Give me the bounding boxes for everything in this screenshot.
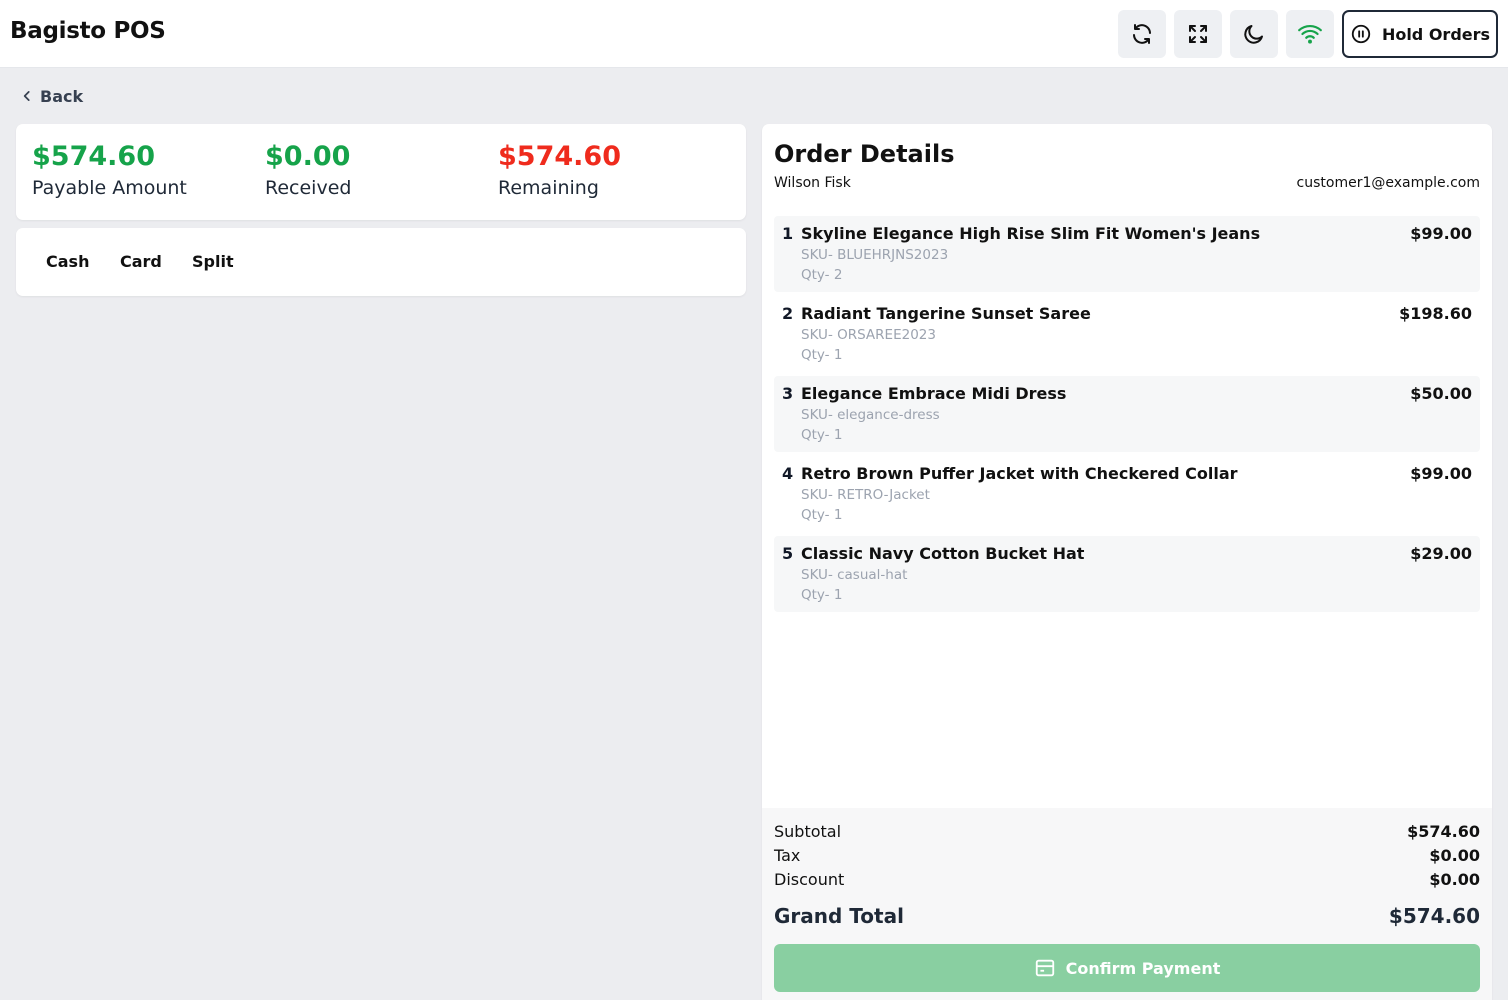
- wifi-icon: [1298, 24, 1322, 44]
- order-item: 5 Classic Navy Cotton Bucket Hat SKU- ca…: [774, 536, 1480, 612]
- item-name: Classic Navy Cotton Bucket Hat: [801, 544, 1085, 563]
- item-sku: SKU- elegance-dress: [801, 407, 940, 423]
- tax-label: Tax: [774, 846, 801, 865]
- confirm-payment-label: Confirm Payment: [1065, 958, 1221, 978]
- item-sku: SKU- ORSAREE2023: [801, 327, 936, 343]
- back-label: Back: [40, 86, 84, 106]
- network-status-button[interactable]: [1286, 10, 1334, 58]
- back-link[interactable]: Back: [20, 84, 83, 108]
- tax-value: $0.00: [1429, 846, 1480, 865]
- customer-email: customer1@example.com: [1296, 175, 1480, 191]
- item-price: $99.00: [1410, 224, 1472, 243]
- grand-total-row: Grand Total $574.60: [774, 904, 1480, 928]
- order-item: 3 Elegance Embrace Midi Dress SKU- elega…: [774, 376, 1480, 452]
- item-name: Retro Brown Puffer Jacket with Checkered…: [801, 464, 1238, 483]
- dark-mode-button[interactable]: [1230, 10, 1278, 58]
- fullscreen-icon: [1189, 25, 1207, 43]
- refresh-icon: [1133, 24, 1151, 44]
- tax-row: Tax $0.00: [774, 846, 1480, 865]
- item-number: 5: [782, 544, 794, 563]
- item-price: $198.60: [1399, 304, 1472, 323]
- moon-icon: [1244, 25, 1263, 44]
- confirm-payment-button[interactable]: Confirm Payment: [774, 944, 1480, 992]
- chevron-left-icon: [23, 91, 30, 101]
- refresh-button[interactable]: [1118, 10, 1166, 58]
- method-card-tab[interactable]: Card: [120, 250, 162, 274]
- item-qty: Qty- 1: [801, 587, 843, 603]
- order-title: Order Details: [774, 140, 955, 168]
- hold-orders-button[interactable]: Hold Orders: [1342, 10, 1498, 58]
- hold-orders-label: Hold Orders: [1381, 24, 1491, 44]
- item-price: $99.00: [1410, 464, 1472, 483]
- item-price: $29.00: [1410, 544, 1472, 563]
- subtotal-label: Subtotal: [774, 822, 842, 841]
- order-item: 4 Retro Brown Puffer Jacket with Checker…: [774, 456, 1480, 532]
- received-label: Received: [265, 177, 352, 199]
- item-number: 2: [782, 304, 794, 323]
- remaining-label: Remaining: [498, 177, 599, 199]
- item-name: Elegance Embrace Midi Dress: [801, 384, 1067, 403]
- remaining-amount: $574.60: [498, 141, 621, 172]
- payable-amount: $574.60: [32, 141, 155, 172]
- discount-value: $0.00: [1429, 870, 1480, 889]
- item-qty: Qty- 1: [801, 347, 843, 363]
- payment-summary-card: $574.60 Payable Amount $0.00 Received $5…: [16, 124, 746, 220]
- discount-row: Discount $0.00: [774, 870, 1480, 889]
- subtotal-value: $574.60: [1407, 822, 1480, 841]
- app-title: Bagisto POS: [10, 18, 166, 44]
- fullscreen-button[interactable]: [1174, 10, 1222, 58]
- item-qty: Qty- 1: [801, 507, 843, 523]
- method-cash-tab[interactable]: Cash: [46, 250, 89, 274]
- item-qty: Qty- 1: [801, 427, 843, 443]
- payment-methods-card: Cash Card Split: [16, 228, 746, 296]
- item-sku: SKU- RETRO-Jacket: [801, 487, 930, 503]
- item-sku: SKU- casual-hat: [801, 567, 908, 583]
- item-price: $50.00: [1410, 384, 1472, 403]
- payable-label: Payable Amount: [32, 177, 187, 199]
- order-item: 2 Radiant Tangerine Sunset Saree SKU- OR…: [774, 296, 1480, 372]
- credit-card-icon: [1035, 959, 1054, 977]
- received-amount: $0.00: [265, 141, 351, 172]
- item-number: 3: [782, 384, 794, 403]
- item-number: 4: [782, 464, 794, 483]
- method-split-tab[interactable]: Split: [192, 250, 234, 274]
- order-totals: Subtotal $574.60 Tax $0.00 Discount $0.0…: [762, 808, 1492, 1000]
- customer-name: Wilson Fisk: [774, 175, 851, 191]
- remaining-amount-block: $574.60 Remaining: [498, 140, 621, 202]
- order-details-panel: Order Details Wilson Fisk customer1@exam…: [762, 124, 1492, 1000]
- item-qty: Qty- 2: [801, 267, 843, 283]
- grand-total-value: $574.60: [1388, 904, 1480, 928]
- discount-label: Discount: [774, 870, 845, 889]
- item-number: 1: [782, 224, 794, 243]
- order-item: 1 Skyline Elegance High Rise Slim Fit Wo…: [774, 216, 1480, 292]
- subtotal-row: Subtotal $574.60: [774, 822, 1480, 841]
- grand-total-label: Grand Total: [774, 904, 904, 928]
- received-amount-block: $0.00 Received: [265, 140, 351, 202]
- pause-circle-icon: [1351, 24, 1371, 44]
- item-name: Skyline Elegance High Rise Slim Fit Wome…: [801, 224, 1261, 243]
- item-sku: SKU- BLUEHRJNS2023: [801, 247, 949, 263]
- top-header: Bagisto POS Hold Orders: [0, 0, 1508, 68]
- item-name: Radiant Tangerine Sunset Saree: [801, 304, 1091, 323]
- payable-amount-block: $574.60 Payable Amount: [32, 140, 187, 202]
